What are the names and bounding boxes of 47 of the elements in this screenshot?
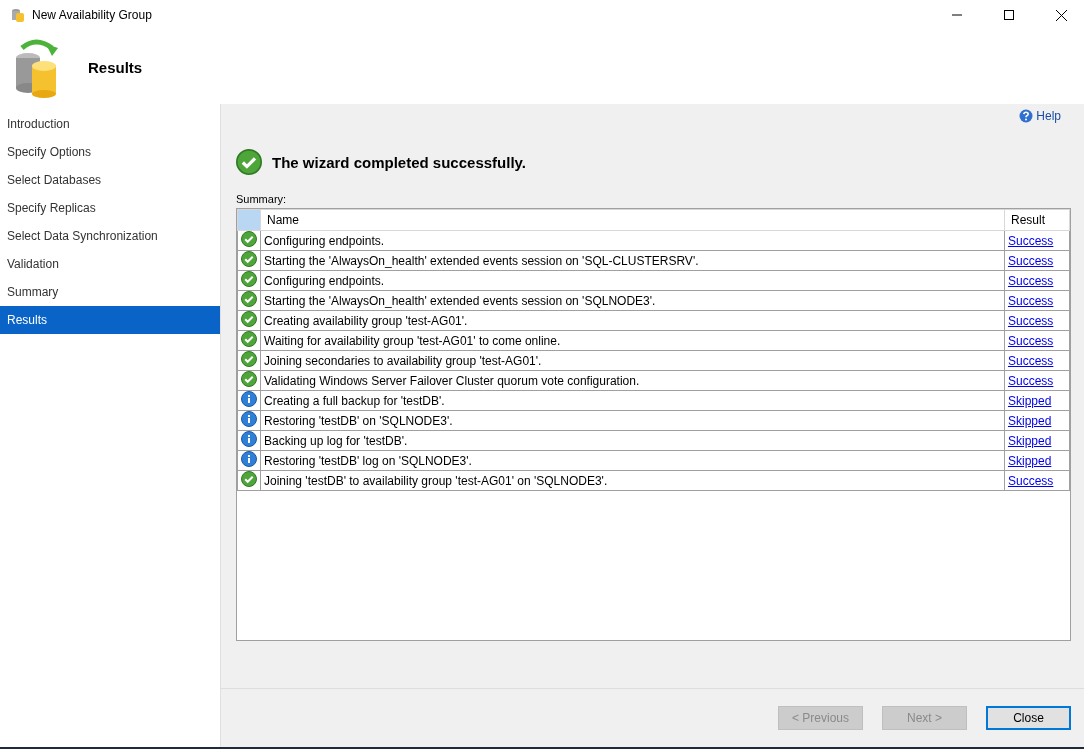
check-icon	[241, 331, 257, 347]
column-header: Name	[260, 209, 1005, 231]
table-cell: Restoring 'testDB' on 'SQLNODE3'.	[260, 410, 1005, 431]
window-title: New Availability Group	[32, 8, 153, 22]
info-icon	[241, 451, 257, 467]
check-icon	[241, 231, 257, 247]
check-icon	[241, 351, 257, 367]
table-cell: Starting the 'AlwaysOn_health' extended events session on 'SQL-CLUSTERSRV'.	[260, 250, 1005, 271]
table-cell: Creating availability group 'test-AG01'.	[260, 310, 1005, 331]
info-icon	[241, 411, 257, 427]
summary-label: Summary:	[236, 193, 288, 205]
table-cell: Starting the 'AlwaysOn_health' extended events session on 'SQLNODE3'.	[260, 290, 1005, 311]
info-icon	[241, 431, 257, 447]
check-icon	[241, 251, 257, 267]
maximize-icon	[1004, 10, 1014, 20]
info-icon	[241, 391, 257, 407]
check-icon	[241, 471, 257, 487]
sidebar-item[interactable]: Summary	[0, 278, 220, 306]
help-link[interactable]: Help	[1019, 109, 1061, 123]
close-icon	[1055, 9, 1067, 21]
table-cell: Validating Windows Server Failover Cluster quorum vote configuration.	[260, 370, 1005, 391]
table-cell: Backing up log for 'testDB'.	[260, 430, 1005, 451]
check-icon	[236, 149, 262, 175]
table-cell: Restoring 'testDB' log on 'SQLNODE3'.	[260, 450, 1005, 471]
table-cell: Configuring endpoints.	[260, 270, 1005, 291]
table-cell: Joining 'testDB' to availability group 'test-AG01' on 'SQLNODE3'.	[260, 470, 1005, 491]
database-icon	[10, 7, 26, 23]
check-icon	[241, 291, 257, 307]
sidebar-item[interactable]: Specify Replicas	[0, 194, 220, 222]
table-cell: Creating a full backup for 'testDB'.	[260, 390, 1005, 411]
sidebar-item[interactable]: Select Databases	[0, 166, 220, 194]
table-cell: Waiting for availability group 'test-AG01' to come online.	[260, 330, 1005, 351]
sidebar-item[interactable]: Select Data Synchronization	[0, 222, 220, 250]
table-cell: Configuring endpoints.	[260, 230, 1005, 251]
sidebar-item[interactable]: Results	[0, 306, 220, 334]
table-cell: Joining secondaries to availability group 'test-AG01'.	[260, 350, 1005, 371]
sidebar-item[interactable]: Specify Options	[0, 138, 220, 166]
page-title: Results	[88, 58, 143, 76]
check-icon	[241, 371, 257, 387]
column-header: Result	[1004, 209, 1070, 231]
help-icon	[1019, 109, 1034, 123]
sidebar-item[interactable]: Introduction	[0, 110, 220, 138]
status-message: The wizard completed successfully.	[272, 153, 526, 171]
sidebar-item[interactable]: Validation	[0, 250, 220, 278]
check-icon	[241, 311, 257, 327]
wizard-button[interactable]: Close	[986, 706, 1071, 730]
check-icon	[241, 271, 257, 287]
